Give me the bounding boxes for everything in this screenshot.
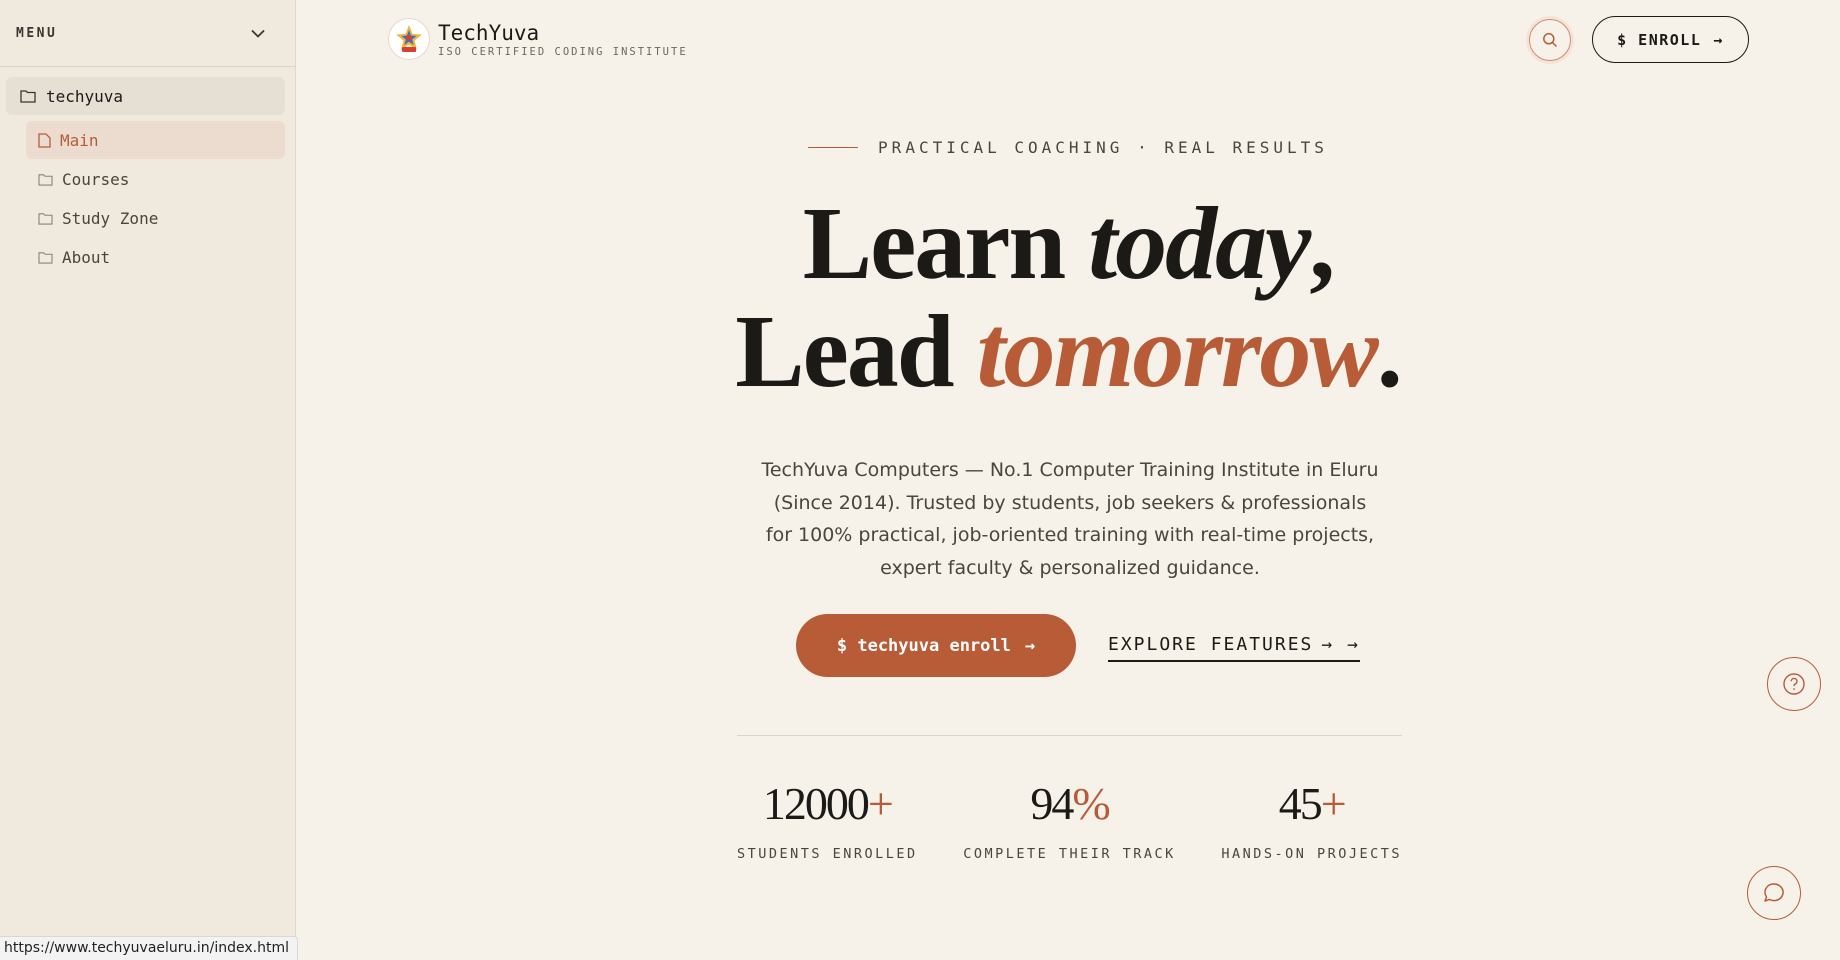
- brand[interactable]: TechYuva ISO CERTIFIED CODING INSTITUTE: [388, 18, 688, 60]
- sidebar-item-label: About: [62, 247, 111, 267]
- chat-button[interactable]: [1747, 866, 1801, 920]
- headline-comma: ,: [1309, 186, 1335, 301]
- techyuva-enroll-button[interactable]: $ techyuva enroll →: [796, 614, 1076, 677]
- stat-students: 12000+ STUDENTS ENROLLED: [737, 778, 918, 862]
- file-icon: [38, 132, 51, 148]
- explore-features-link[interactable]: EXPLORE FEATURES → →: [1108, 632, 1360, 662]
- hero-eyebrow: PRACTICAL COACHING · REAL RESULTS: [296, 138, 1840, 157]
- logo: [388, 18, 430, 60]
- stats-divider: [737, 735, 1402, 736]
- tree-root-label: techyuva: [46, 86, 124, 106]
- status-bar-url: https://www.techyuvaeluru.in/index.html: [0, 936, 298, 960]
- headline-tomorrow: tomorrow: [976, 294, 1379, 409]
- sidebar-item-label: Main: [60, 130, 99, 150]
- hero-description: TechYuva Computers — No.1 Computer Train…: [761, 459, 1379, 579]
- stat-projects: 45+ HANDS-ON PROJECTS: [1221, 778, 1402, 862]
- stat-label: COMPLETE THEIR TRACK: [963, 846, 1176, 862]
- enroll-button[interactable]: $ ENROLL →: [1592, 16, 1749, 63]
- folder-icon: [38, 251, 53, 264]
- stat-value: 12000+: [762, 778, 894, 829]
- sidebar-item-label: Courses: [62, 169, 130, 189]
- headline-line-1: Learn today,: [296, 190, 1840, 298]
- brand-text: TechYuva ISO CERTIFIED CODING INSTITUTE: [438, 21, 688, 58]
- stat-value: 45+: [1278, 778, 1347, 829]
- headline-learn: Learn: [802, 186, 1089, 301]
- tree-root-techyuva[interactable]: techyuva: [6, 77, 285, 115]
- help-button[interactable]: [1767, 657, 1821, 711]
- search-button[interactable]: [1529, 19, 1571, 61]
- file-tree: techyuva Main Courses Study Zone About: [0, 67, 295, 276]
- headline-today: today: [1088, 186, 1311, 301]
- eyebrow-text: PRACTICAL COACHING · REAL RESULTS: [878, 138, 1328, 157]
- stats-row: 12000+ STUDENTS ENROLLED 94% COMPLETE TH…: [737, 778, 1402, 862]
- cta-label: $ techyuva enroll: [836, 635, 1011, 656]
- folder-icon: [20, 90, 36, 103]
- sidebar-item-label: Study Zone: [62, 208, 159, 228]
- folder-icon: [38, 173, 53, 186]
- tree-children: Main Courses Study Zone About: [6, 121, 285, 276]
- menu-title: MENU: [16, 25, 58, 41]
- question-icon: [1783, 673, 1805, 695]
- arrow-right-icon: →: [1713, 30, 1724, 49]
- stat-label: HANDS-ON PROJECTS: [1221, 846, 1402, 862]
- sidebar: MENU techyuva Main Courses Study Zone Ab…: [0, 0, 296, 960]
- explore-label: EXPLORE FEATURES: [1108, 633, 1314, 655]
- enroll-label: $ ENROLL: [1617, 30, 1702, 49]
- stat-value: 94%: [1030, 778, 1110, 829]
- headline-lead: Lead: [735, 294, 977, 409]
- folder-icon: [38, 212, 53, 225]
- sidebar-item-about[interactable]: About: [26, 238, 285, 276]
- chat-bubble-icon: [1764, 883, 1784, 902]
- brand-name: TechYuva: [438, 20, 540, 45]
- sidebar-item-courses[interactable]: Courses: [26, 160, 285, 198]
- chevron-down-icon[interactable]: [249, 24, 267, 42]
- stat-label: STUDENTS ENROLLED: [737, 846, 918, 862]
- eyebrow-divider: [808, 146, 859, 149]
- double-arrow-icon: → →: [1321, 633, 1360, 655]
- menu-header: MENU: [0, 0, 295, 67]
- sidebar-item-study-zone[interactable]: Study Zone: [26, 199, 285, 237]
- arrow-right-icon: →: [1024, 635, 1036, 656]
- headline-line-2: Lead tomorrow.: [296, 298, 1840, 406]
- headline-period: .: [1376, 294, 1403, 409]
- hero-headline: Learn today, Lead tomorrow.: [296, 190, 1840, 406]
- search-icon: [1543, 33, 1558, 48]
- brand-tagline: ISO CERTIFIED CODING INSTITUTE: [438, 45, 688, 58]
- stat-completion: 94% COMPLETE THEIR TRACK: [963, 778, 1176, 862]
- sidebar-item-main[interactable]: Main: [26, 121, 285, 159]
